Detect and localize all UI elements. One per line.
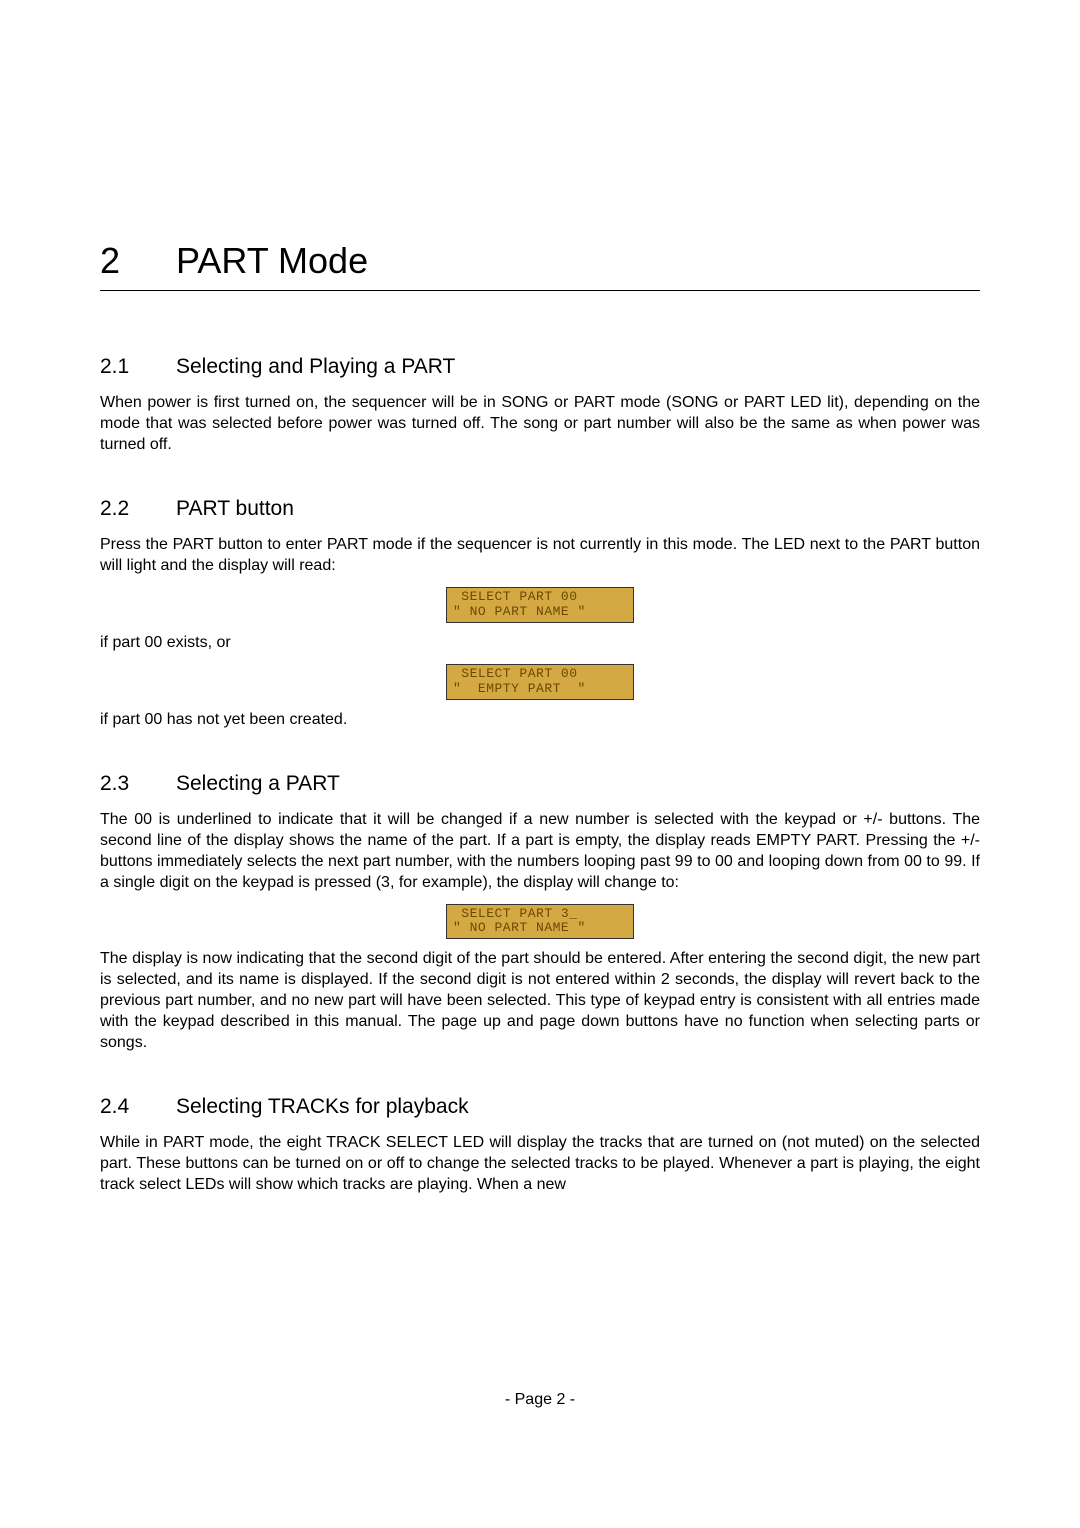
section-title: PART button bbox=[176, 497, 294, 520]
body-paragraph: When power is first turned on, the seque… bbox=[100, 393, 980, 455]
section-2-2-heading: 2.2PART button bbox=[100, 497, 980, 521]
section-2-1-heading: 2.1Selecting and Playing a PART bbox=[100, 355, 980, 379]
section-number: 2.4 bbox=[100, 1095, 176, 1119]
body-paragraph: While in PART mode, the eight TRACK SELE… bbox=[100, 1133, 980, 1195]
body-paragraph: if part 00 has not yet been created. bbox=[100, 710, 980, 731]
body-paragraph: The display is now indicating that the s… bbox=[100, 949, 980, 1053]
section-number: 2.3 bbox=[100, 772, 176, 796]
chapter-title: 2PART Mode bbox=[100, 240, 980, 282]
chapter-title-text: PART Mode bbox=[176, 240, 368, 281]
section-2-3-heading: 2.3Selecting a PART bbox=[100, 772, 980, 796]
lcd-display: SELECT PART 3_ " NO PART NAME " bbox=[446, 904, 634, 940]
section-title: Selecting a PART bbox=[176, 772, 340, 795]
body-paragraph: if part 00 exists, or bbox=[100, 633, 980, 654]
section-title: Selecting and Playing a PART bbox=[176, 355, 455, 378]
chapter-divider bbox=[100, 290, 980, 291]
body-paragraph: The 00 is underlined to indicate that it… bbox=[100, 810, 980, 893]
body-paragraph: Press the PART button to enter PART mode… bbox=[100, 535, 980, 577]
section-number: 2.2 bbox=[100, 497, 176, 521]
lcd-display: SELECT PART 00 " EMPTY PART " bbox=[446, 664, 634, 700]
section-title: Selecting TRACKs for playback bbox=[176, 1095, 469, 1118]
section-2-4-heading: 2.4Selecting TRACKs for playback bbox=[100, 1095, 980, 1119]
section-number: 2.1 bbox=[100, 355, 176, 379]
page-content: 2PART Mode 2.1Selecting and Playing a PA… bbox=[100, 240, 980, 1206]
chapter-number: 2 bbox=[100, 240, 176, 282]
lcd-display: SELECT PART 00 " NO PART NAME " bbox=[446, 587, 634, 623]
page-footer: - Page 2 - bbox=[0, 1391, 1080, 1409]
